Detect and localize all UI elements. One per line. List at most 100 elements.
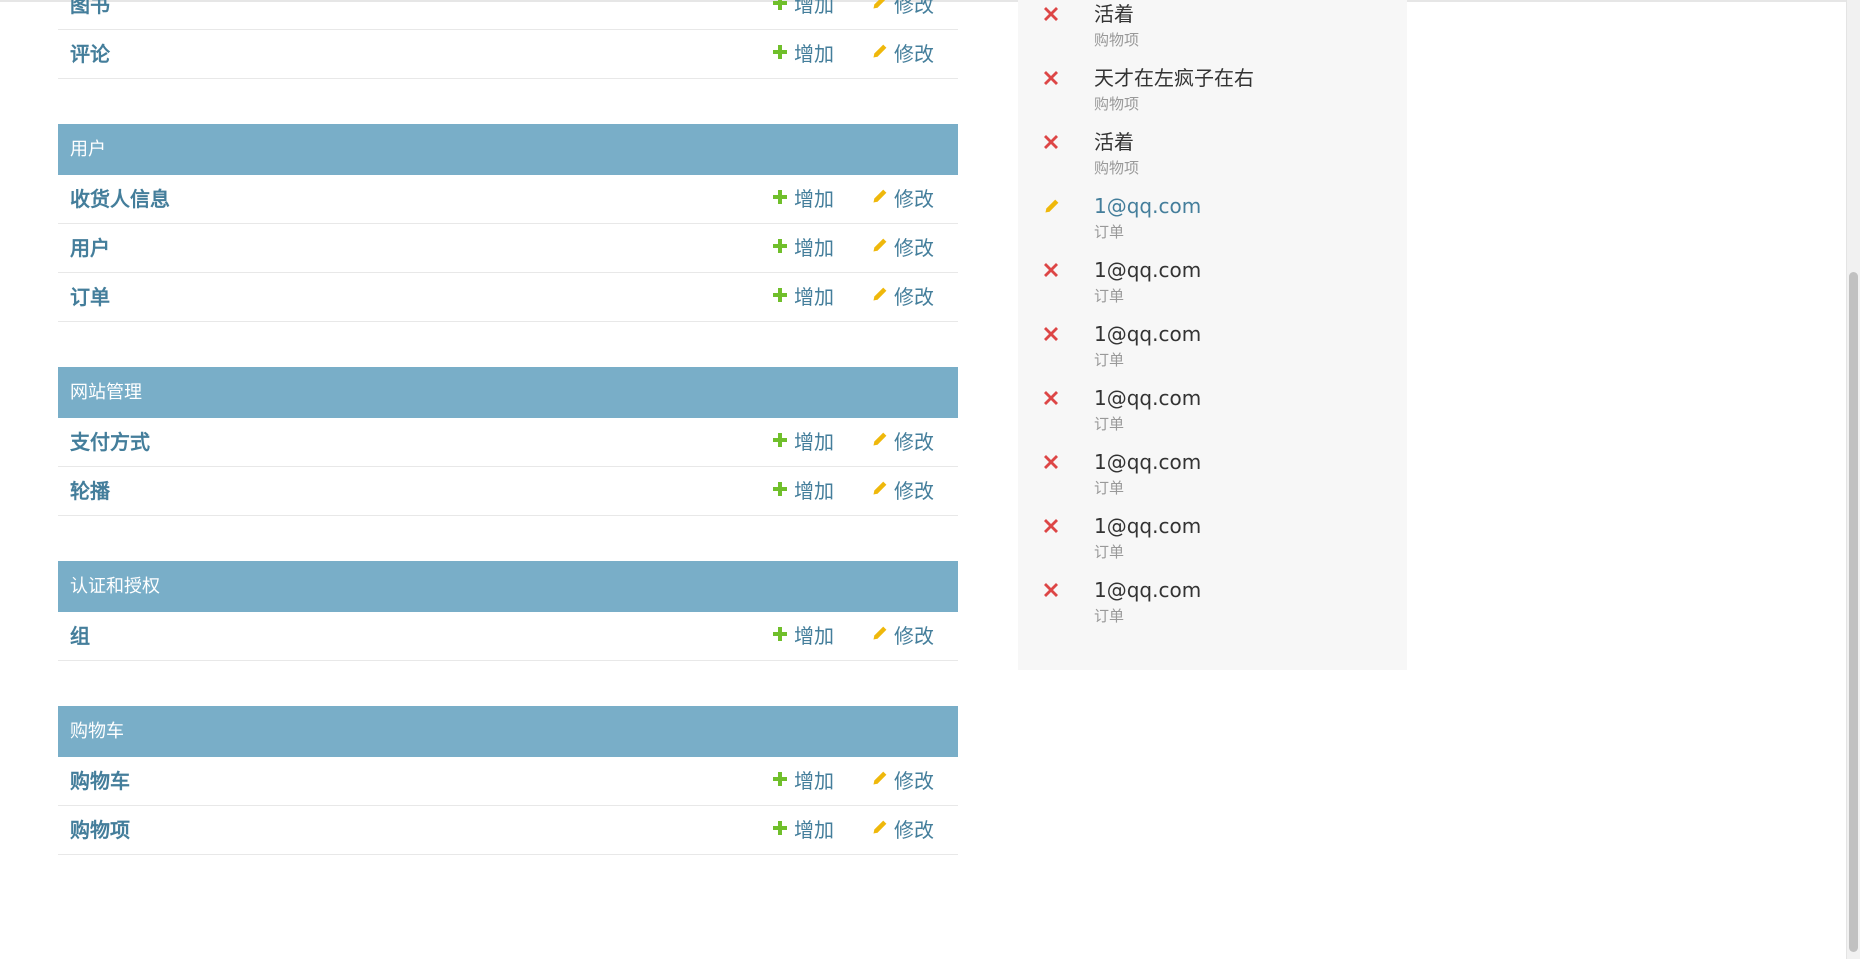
plus-icon [772, 272, 788, 321]
change-link[interactable]: 修改 [871, 175, 934, 225]
vertical-scrollbar[interactable] [1846, 0, 1860, 959]
module-auth: 认证和授权 组 增加 修改 [58, 561, 958, 661]
model-row: 轮播 增加 修改 [58, 467, 958, 516]
change-label: 修改 [894, 818, 934, 842]
add-label: 增加 [794, 624, 834, 648]
module-header[interactable]: 用户 [58, 124, 958, 175]
plus-icon [772, 466, 788, 515]
recent-action-type: 购物项 [1094, 95, 1140, 113]
model-row: 支付方式 增加 修改 [58, 418, 958, 467]
recent-action-item: 1@qq.com 订单 [1043, 321, 1403, 379]
add-link[interactable]: 增加 [772, 0, 834, 31]
recent-action-title: 1@qq.com [1094, 450, 1202, 474]
pencil-icon [871, 417, 888, 466]
delete-icon [1043, 326, 1059, 346]
model-row: 组 增加 修改 [58, 612, 958, 661]
add-label: 增加 [794, 769, 834, 793]
change-link[interactable]: 修改 [871, 612, 934, 662]
recent-action-item: 天才在左疯子在右 购物项 [1043, 65, 1403, 123]
model-link[interactable]: 购物项 [70, 806, 130, 855]
plus-icon [772, 417, 788, 466]
change-link[interactable]: 修改 [871, 467, 934, 517]
plus-icon [772, 756, 788, 805]
recent-action-link[interactable]: 1@qq.com [1094, 193, 1201, 219]
change-label: 修改 [894, 0, 934, 17]
add-label: 增加 [794, 0, 834, 17]
model-row: 收货人信息 增加 修改 [58, 175, 958, 224]
add-link[interactable]: 增加 [772, 224, 834, 274]
recent-action-type: 订单 [1094, 607, 1125, 625]
add-label: 增加 [794, 285, 834, 309]
model-link[interactable]: 购物车 [70, 757, 130, 806]
delete-icon [1043, 70, 1059, 90]
model-link[interactable]: 图书 [70, 0, 110, 30]
plus-icon [772, 223, 788, 272]
plus-icon [772, 0, 788, 29]
module-header[interactable]: 购物车 [58, 706, 958, 757]
recent-action-title: 1@qq.com [1094, 322, 1202, 346]
model-link[interactable]: 轮播 [70, 467, 110, 516]
recent-action-type: 订单 [1094, 543, 1125, 561]
delete-icon [1043, 134, 1059, 154]
change-link[interactable]: 修改 [871, 418, 934, 468]
recent-action-title: 1@qq.com [1094, 258, 1202, 282]
model-link[interactable]: 收货人信息 [70, 175, 170, 224]
recent-action-item: 1@qq.com 订单 [1043, 577, 1403, 635]
change-label: 修改 [894, 285, 934, 309]
add-link[interactable]: 增加 [772, 418, 834, 468]
change-label: 修改 [894, 769, 934, 793]
add-link[interactable]: 增加 [772, 175, 834, 225]
module-header[interactable]: 网站管理 [58, 367, 958, 418]
recent-action-item: 1@qq.com 订单 [1043, 257, 1403, 315]
add-label: 增加 [794, 430, 834, 454]
recent-action-title: 活着 [1094, 2, 1134, 26]
add-label: 增加 [794, 236, 834, 260]
model-link[interactable]: 支付方式 [70, 418, 150, 467]
add-link[interactable]: 增加 [772, 612, 834, 662]
plus-icon [772, 611, 788, 660]
change-link[interactable]: 修改 [871, 224, 934, 274]
change-link[interactable]: 修改 [871, 757, 934, 807]
change-link[interactable]: 修改 [871, 806, 934, 856]
add-label: 增加 [794, 42, 834, 66]
plus-icon [772, 29, 788, 78]
pencil-icon [871, 29, 888, 78]
recent-action-title: 天才在左疯子在右 [1094, 66, 1254, 90]
add-link[interactable]: 增加 [772, 467, 834, 517]
recent-action-item: 1@qq.com 订单 [1043, 449, 1403, 507]
module-header[interactable]: 认证和授权 [58, 561, 958, 612]
change-link[interactable]: 修改 [871, 273, 934, 323]
add-link[interactable]: 增加 [772, 757, 834, 807]
recent-action-type: 订单 [1094, 223, 1125, 241]
model-link[interactable]: 订单 [70, 273, 110, 322]
module-books: 图书 增加 修改 评论 增加 修改 [58, 0, 958, 79]
model-row: 图书 增加 修改 [58, 0, 958, 30]
recent-action-item: 1@qq.com 订单 [1043, 193, 1403, 251]
pencil-icon [871, 223, 888, 272]
pencil-icon [871, 466, 888, 515]
add-link[interactable]: 增加 [772, 273, 834, 323]
change-label: 修改 [894, 624, 934, 648]
pencil-icon [871, 0, 888, 29]
recent-action-type: 订单 [1094, 415, 1125, 433]
plus-icon [772, 805, 788, 854]
add-link[interactable]: 增加 [772, 806, 834, 856]
recent-action-title: 1@qq.com [1094, 386, 1202, 410]
delete-icon [1043, 518, 1059, 538]
change-label: 修改 [894, 236, 934, 260]
pencil-icon [1043, 198, 1060, 219]
model-link[interactable]: 评论 [70, 30, 110, 79]
model-link[interactable]: 组 [70, 612, 90, 661]
recent-action-item: 活着 购物项 [1043, 129, 1403, 187]
add-link[interactable]: 增加 [772, 30, 834, 80]
change-link[interactable]: 修改 [871, 30, 934, 80]
add-label: 增加 [794, 187, 834, 211]
recent-action-item: 1@qq.com 订单 [1043, 385, 1403, 443]
delete-icon [1043, 262, 1059, 282]
model-link[interactable]: 用户 [70, 224, 110, 273]
add-label: 增加 [794, 479, 834, 503]
change-link[interactable]: 修改 [871, 0, 934, 31]
plus-icon [772, 174, 788, 223]
scrollbar-thumb[interactable] [1849, 272, 1858, 952]
module-cart: 购物车 购物车 增加 修改 购物项 增加 修改 [58, 706, 958, 855]
